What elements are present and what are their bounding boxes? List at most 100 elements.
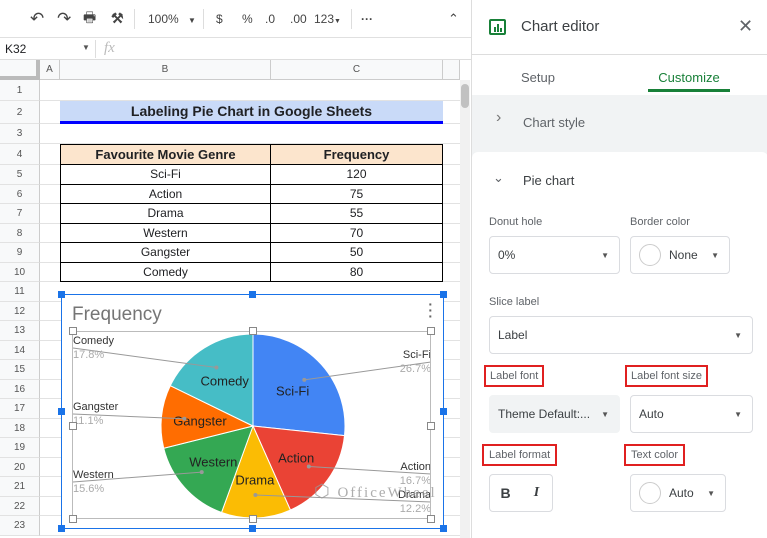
percent-button[interactable]: % bbox=[242, 12, 253, 26]
resize-handle[interactable] bbox=[58, 291, 65, 298]
chevron-right-icon: › bbox=[496, 109, 502, 126]
format-label: 123 bbox=[314, 11, 335, 26]
paint-format-icon[interactable]: ⚒ bbox=[111, 10, 124, 27]
sheet-title[interactable]: Labeling Pie Chart in Google Sheets bbox=[60, 101, 443, 124]
row-header[interactable]: 2 bbox=[0, 101, 40, 124]
plot-handle[interactable] bbox=[427, 515, 435, 523]
label-font-size-select[interactable]: Auto ▼ bbox=[630, 395, 753, 433]
row-header[interactable]: 17 bbox=[0, 399, 40, 419]
row-header[interactable]: 10 bbox=[0, 262, 40, 282]
slice-label-select[interactable]: Label ▼ bbox=[489, 316, 753, 354]
row-header[interactable]: 13 bbox=[0, 321, 40, 341]
column-header-c[interactable]: C bbox=[271, 60, 443, 80]
plot-handle[interactable] bbox=[427, 422, 435, 430]
bold-button[interactable]: B bbox=[490, 485, 521, 501]
genre-cell[interactable]: Action bbox=[60, 184, 271, 204]
decrease-decimal-button[interactable]: .0 bbox=[265, 12, 275, 26]
chart-title[interactable]: Frequency bbox=[72, 304, 162, 326]
row-header[interactable]: 14 bbox=[0, 340, 40, 360]
genre-cell[interactable]: Western bbox=[60, 223, 271, 243]
row-header[interactable]: 21 bbox=[0, 477, 40, 497]
scrollbar-thumb[interactable] bbox=[461, 84, 469, 108]
undo-icon[interactable]: ↶ bbox=[30, 9, 44, 29]
plot-handle[interactable] bbox=[249, 515, 257, 523]
row-header[interactable]: 22 bbox=[0, 496, 40, 516]
select-all[interactable] bbox=[0, 60, 40, 80]
more-icon[interactable]: ··· bbox=[361, 12, 373, 26]
increase-decimal-button[interactable]: .00 bbox=[290, 12, 307, 26]
frequency-cell[interactable]: 80 bbox=[271, 262, 443, 282]
row-header[interactable]: 3 bbox=[0, 124, 40, 144]
formula-bar: K32 ▼ fx bbox=[0, 38, 471, 60]
chevron-down-icon[interactable]: ⌄ bbox=[493, 170, 504, 186]
frequency-cell[interactable]: 75 bbox=[271, 184, 443, 204]
text-color-select[interactable]: Auto ▼ bbox=[630, 474, 726, 512]
formula-input[interactable] bbox=[130, 41, 470, 57]
genre-cell[interactable]: Gangster bbox=[60, 243, 271, 263]
row-header[interactable]: 15 bbox=[0, 360, 40, 380]
chevron-down-icon: ▼ bbox=[188, 15, 196, 25]
resize-handle[interactable] bbox=[440, 408, 447, 415]
label-font-label: Label font bbox=[484, 365, 545, 387]
row-header[interactable]: 9 bbox=[0, 243, 40, 263]
row-header[interactable]: 12 bbox=[0, 301, 40, 321]
row-header[interactable]: 5 bbox=[0, 165, 40, 185]
row-header[interactable]: 1 bbox=[0, 80, 40, 101]
pie-chart[interactable]: Sci-Fi Sci-Fi 26.7% Action Action 16.7% Drama D… bbox=[58, 291, 447, 532]
header-frequency[interactable]: Frequency bbox=[271, 144, 443, 165]
redo-icon[interactable]: ↷ bbox=[57, 9, 71, 29]
column-header-d[interactable] bbox=[443, 60, 460, 80]
name-box[interactable]: K32 bbox=[5, 42, 26, 56]
genre-cell[interactable]: Drama bbox=[60, 204, 271, 224]
frequency-cell[interactable]: 70 bbox=[271, 223, 443, 243]
donut-hole-select[interactable]: 0% ▼ bbox=[489, 236, 620, 274]
header-genre[interactable]: Favourite Movie Genre bbox=[60, 144, 271, 165]
resize-handle[interactable] bbox=[249, 291, 256, 298]
row-header[interactable]: 7 bbox=[0, 204, 40, 224]
row-header[interactable]: 20 bbox=[0, 457, 40, 477]
border-color-select[interactable]: None ▼ bbox=[630, 236, 730, 274]
row-header[interactable]: 4 bbox=[0, 144, 40, 165]
chart-menu-icon[interactable]: · · · bbox=[428, 297, 433, 323]
genre-cell[interactable]: Comedy bbox=[60, 262, 271, 282]
row-header[interactable]: 18 bbox=[0, 418, 40, 438]
resize-handle[interactable] bbox=[58, 408, 65, 415]
plot-handle[interactable] bbox=[69, 327, 77, 335]
frequency-cell[interactable]: 120 bbox=[271, 165, 443, 185]
collapse-toolbar-icon[interactable]: ⌃ bbox=[448, 11, 459, 27]
label-font-select[interactable]: Theme Default:... ▼ bbox=[489, 395, 620, 433]
row-header[interactable]: 11 bbox=[0, 282, 40, 302]
tab-setup[interactable]: Setup bbox=[521, 70, 555, 85]
chevron-down-icon[interactable]: ▼ bbox=[82, 43, 90, 52]
close-icon[interactable]: ✕ bbox=[738, 16, 753, 37]
row-header[interactable]: 19 bbox=[0, 438, 40, 458]
resize-handle[interactable] bbox=[440, 525, 447, 532]
plot-handle[interactable] bbox=[249, 327, 257, 335]
row-header[interactable]: 6 bbox=[0, 184, 40, 204]
currency-button[interactable]: $ bbox=[216, 12, 223, 26]
resize-handle[interactable] bbox=[249, 525, 256, 532]
plot-handle[interactable] bbox=[427, 327, 435, 335]
plot-handle[interactable] bbox=[69, 422, 77, 430]
column-header-a[interactable]: A bbox=[40, 60, 60, 80]
frequency-cell[interactable]: 55 bbox=[271, 204, 443, 224]
section-label[interactable]: Pie chart bbox=[523, 173, 574, 188]
zoom-select[interactable]: 100% ▼ bbox=[148, 12, 196, 26]
column-header-b[interactable]: B bbox=[60, 60, 271, 80]
grid-row[interactable] bbox=[40, 124, 460, 144]
row-header[interactable]: 16 bbox=[0, 379, 40, 399]
section-chart-style[interactable]: › Chart style bbox=[472, 95, 767, 150]
resize-handle[interactable] bbox=[440, 291, 447, 298]
resize-handle[interactable] bbox=[58, 525, 65, 532]
frequency-cell[interactable]: 50 bbox=[271, 243, 443, 263]
row-header[interactable]: 23 bbox=[0, 516, 40, 536]
print-icon[interactable]: 🖶 bbox=[83, 7, 96, 31]
italic-button[interactable]: I bbox=[521, 485, 552, 501]
tab-customize[interactable]: Customize bbox=[648, 70, 730, 92]
row-header[interactable]: 8 bbox=[0, 223, 40, 243]
plot-handle[interactable] bbox=[69, 515, 77, 523]
vertical-scrollbar[interactable] bbox=[460, 80, 470, 538]
more-formats-button[interactable]: 123▼ bbox=[314, 12, 341, 26]
grid-row[interactable] bbox=[40, 80, 460, 101]
genre-cell[interactable]: Sci-Fi bbox=[60, 165, 271, 185]
